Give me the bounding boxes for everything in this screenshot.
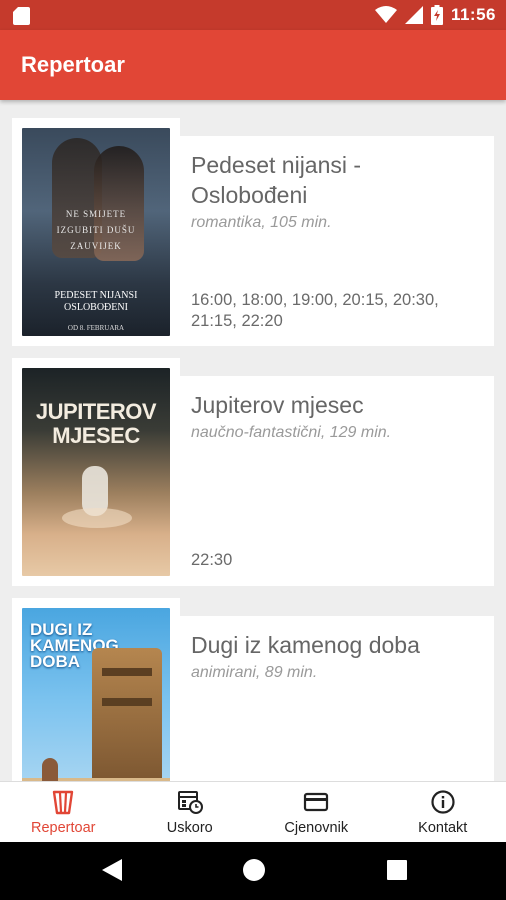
movie-title[interactable]: Jupiterov mjesec — [191, 390, 480, 420]
battery-charging-icon — [430, 5, 443, 25]
movie-poster[interactable]: JUPITEROV MJESEC — [22, 368, 170, 576]
movie-genre: animirani, 89 min. — [191, 664, 318, 681]
nav-item-uskoro[interactable]: Uskoro — [127, 782, 254, 842]
page-title: Repertoar — [21, 52, 125, 77]
nav-item-repertoar[interactable]: Repertoar — [0, 782, 127, 842]
wifi-icon — [374, 6, 397, 23]
poster-frame: JUPITEROV MJESEC — [12, 358, 180, 586]
status-time: 11:56 — [450, 5, 496, 24]
movie-card[interactable]: NE SMIJETE IZGUBITI DUŠU ZAUVIJEK PEDESE… — [12, 118, 494, 346]
popcorn-icon — [53, 790, 74, 815]
app-bar: Repertoar — [0, 30, 506, 100]
nav-label: Kontakt — [418, 820, 468, 836]
status-bar: 11:56 — [0, 0, 506, 30]
signal-icon — [404, 6, 423, 24]
calendar-clock-icon — [177, 791, 203, 814]
poster-title: PEDESET NIJANSI OSLOBOĐENI — [54, 290, 138, 313]
movie-genre: romantika, 105 min. — [191, 214, 332, 231]
back-icon[interactable] — [100, 857, 124, 883]
bottom-navigation: Repertoar Uskoro Cjenovnik Kontakt — [0, 781, 506, 842]
credit-card-icon — [304, 792, 329, 812]
movie-title[interactable]: Pedeset nijansi - Oslobođeni — [191, 150, 480, 210]
movie-genre: naučno-fantastični, 129 min. — [191, 424, 392, 441]
system-navigation-bar — [0, 842, 506, 900]
poster-frame: DUGI IZ KAMENOG DOBA — [12, 598, 180, 781]
poster-frame: NE SMIJETE IZGUBITI DUŠU ZAUVIJEK PEDESE… — [12, 118, 180, 346]
home-icon[interactable] — [242, 857, 266, 883]
poster-title-line2: MJESEC — [52, 423, 140, 448]
poster-title-line1: JUPITEROV — [35, 399, 157, 424]
movie-card[interactable]: JUPITEROV MJESEC Jupiterov mjesec naučno… — [12, 358, 494, 586]
movie-showtimes: 16:00, 18:00, 19:00, 20:15, 20:30, 21:15… — [191, 291, 439, 330]
poster-date: OD 8. FEBRUARA — [67, 324, 125, 332]
movie-poster[interactable]: NE SMIJETE IZGUBITI DUŠU ZAUVIJEK PEDESE… — [22, 128, 170, 336]
recents-icon[interactable] — [385, 857, 409, 883]
nav-label: Uskoro — [166, 820, 213, 836]
nav-item-kontakt[interactable]: Kontakt — [380, 782, 506, 842]
poster-tagline: NE SMIJETE IZGUBITI DUŠU ZAUVIJEK — [56, 209, 136, 251]
movie-showtimes: 22:30 — [191, 551, 233, 569]
sim-card-icon — [13, 7, 30, 25]
nav-label: Cjenovnik — [284, 820, 349, 836]
movie-title[interactable]: Dugi iz kamenog doba — [191, 630, 480, 660]
info-icon — [431, 790, 455, 814]
movie-poster[interactable]: DUGI IZ KAMENOG DOBA — [22, 608, 170, 781]
nav-item-cjenovnik[interactable]: Cjenovnik — [253, 782, 380, 842]
nav-label: Repertoar — [31, 820, 96, 836]
movie-card[interactable]: DUGI IZ KAMENOG DOBA Dugi iz kamenog dob… — [12, 598, 494, 781]
movie-list: NE SMIJETE IZGUBITI DUŠU ZAUVIJEK PEDESE… — [0, 100, 506, 781]
